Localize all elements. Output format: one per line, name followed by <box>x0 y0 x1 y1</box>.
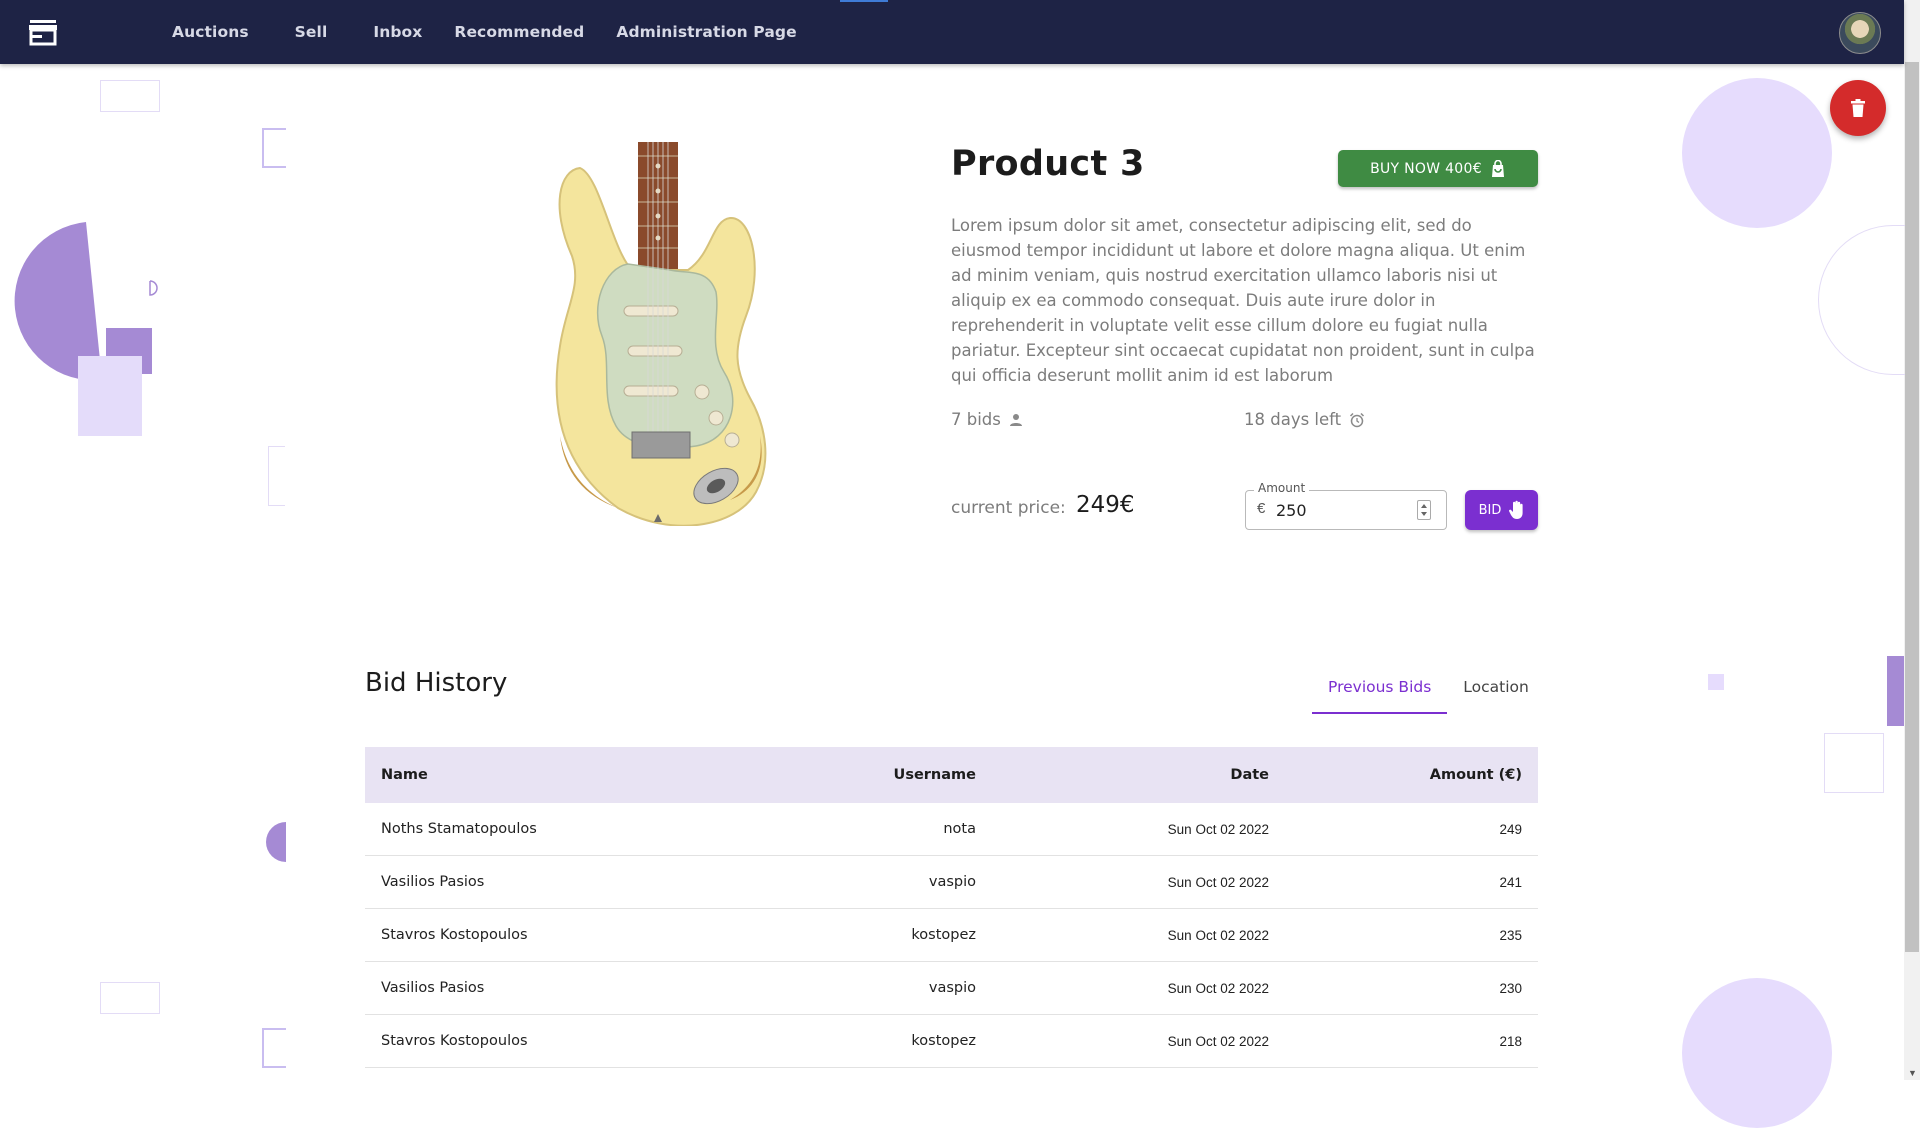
cell-date: Sun Oct 02 2022 <box>1167 1033 1269 1049</box>
deco-bar <box>1887 656 1904 726</box>
deco-circle <box>1682 978 1832 1128</box>
table-row[interactable]: Vasilios Pasios vaspio Sun Oct 02 2022 2… <box>365 962 1538 1015</box>
user-avatar[interactable] <box>1839 12 1881 54</box>
buy-now-label: BUY NOW 400€ <box>1370 160 1482 177</box>
product-title: Product 3 <box>951 144 1145 184</box>
cell-amount: 235 <box>1499 927 1522 943</box>
nav-recommended[interactable]: Recommended <box>454 23 584 41</box>
buy-now-button[interactable]: BUY NOW 400€ <box>1338 150 1538 187</box>
bids-count-text: 7 bids <box>951 410 1001 429</box>
cell-username: vaspio <box>928 874 976 890</box>
alarm-clock-icon <box>1350 412 1365 427</box>
nav-administration[interactable]: Administration Page <box>616 23 796 41</box>
time-left: 18 days left <box>1244 410 1365 429</box>
cell-date: Sun Oct 02 2022 <box>1167 821 1269 837</box>
cell-amount: 230 <box>1499 980 1522 996</box>
cell-amount: 218 <box>1499 1033 1522 1049</box>
cell-name: Vasilios Pasios <box>381 874 485 890</box>
tab-previous-bids[interactable]: Previous Bids <box>1312 672 1448 714</box>
deco-bracket <box>262 1028 286 1068</box>
column-header-name[interactable]: Name <box>365 767 745 783</box>
cell-username: kostopez <box>911 1033 976 1049</box>
deco-square <box>1708 674 1724 690</box>
delete-button[interactable] <box>1830 80 1886 136</box>
cell-date: Sun Oct 02 2022 <box>1167 874 1269 890</box>
cell-name: Stavros Kostopoulos <box>381 927 528 943</box>
column-header-amount[interactable]: Amount (€) <box>1269 767 1522 783</box>
cell-name: Stavros Kostopoulos <box>381 1033 528 1049</box>
deco-bracket <box>262 128 286 168</box>
nav-links: Auctions Sell Inbox Recommended Administ… <box>160 0 813 64</box>
time-left-text: 18 days left <box>1244 410 1342 429</box>
history-tabs: Previous Bids Location <box>1312 672 1545 714</box>
table-row[interactable]: Stavros Kostopoulos kostopez Sun Oct 02 … <box>365 909 1538 962</box>
nav-active-indicator <box>840 0 888 2</box>
amount-input[interactable] <box>1274 497 1418 523</box>
amount-stepper[interactable] <box>1417 500 1431 520</box>
cell-date: Sun Oct 02 2022 <box>1167 927 1269 943</box>
bid-history-table: Name Username Date Amount (€) Noths Stam… <box>365 747 1538 1068</box>
table-row[interactable]: Vasilios Pasios vaspio Sun Oct 02 2022 2… <box>365 856 1538 909</box>
currency-adornment: € <box>1257 500 1266 517</box>
cell-username: kostopez <box>911 927 976 943</box>
cell-date: Sun Oct 02 2022 <box>1167 980 1269 996</box>
product-image-guitar <box>555 142 767 526</box>
scroll-down-arrow-icon[interactable]: ▼ <box>1908 1068 1917 1078</box>
table-row[interactable]: Noths Stamatopoulos nota Sun Oct 02 2022… <box>365 803 1538 856</box>
bid-label: BID <box>1478 502 1502 518</box>
deco-half-circle <box>14 222 152 436</box>
hand-icon <box>1509 500 1523 519</box>
deco-small-arc <box>149 280 158 296</box>
person-icon <box>1009 413 1022 426</box>
cell-name: Noths Stamatopoulos <box>381 821 537 837</box>
bids-count: 7 bids <box>951 410 1023 429</box>
column-header-date[interactable]: Date <box>976 767 1269 783</box>
cell-amount: 249 <box>1499 821 1522 837</box>
cell-username: nota <box>943 821 976 837</box>
table-header: Name Username Date Amount (€) <box>365 747 1538 803</box>
cell-name: Vasilios Pasios <box>381 980 485 996</box>
bid-button[interactable]: BID <box>1465 490 1538 530</box>
deco-bracket <box>268 446 285 506</box>
top-navbar: Auctions Sell Inbox Recommended Administ… <box>0 0 1904 64</box>
deco-circle-outline <box>1818 225 1905 375</box>
nav-inbox[interactable]: Inbox <box>373 23 422 41</box>
tab-location[interactable]: Location <box>1447 672 1545 712</box>
cell-username: vaspio <box>928 980 976 996</box>
deco-rect-outline <box>100 80 160 112</box>
store-icon[interactable] <box>28 18 58 46</box>
page-scrollbar-thumb[interactable] <box>1905 62 1919 952</box>
amount-label: Amount <box>1254 481 1310 495</box>
cell-amount: 241 <box>1499 874 1522 890</box>
product-description: Lorem ipsum dolor sit amet, consectetur … <box>951 216 1535 385</box>
deco-half-dot <box>266 822 286 862</box>
nav-auctions[interactable]: Auctions <box>172 23 249 41</box>
shopping-bag-icon <box>1491 159 1504 177</box>
trash-icon <box>1851 99 1865 117</box>
deco-circle <box>1682 78 1832 228</box>
bid-history-title: Bid History <box>365 668 508 698</box>
deco-rect-outline <box>1824 733 1884 793</box>
table-row[interactable]: Stavros Kostopoulos kostopez Sun Oct 02 … <box>365 1015 1538 1068</box>
current-price-value: 249€ <box>1076 492 1135 518</box>
nav-sell[interactable]: Sell <box>295 23 328 41</box>
current-price-label: current price: <box>951 498 1066 518</box>
column-header-username[interactable]: Username <box>745 767 976 783</box>
deco-rect-outline <box>100 982 160 1014</box>
